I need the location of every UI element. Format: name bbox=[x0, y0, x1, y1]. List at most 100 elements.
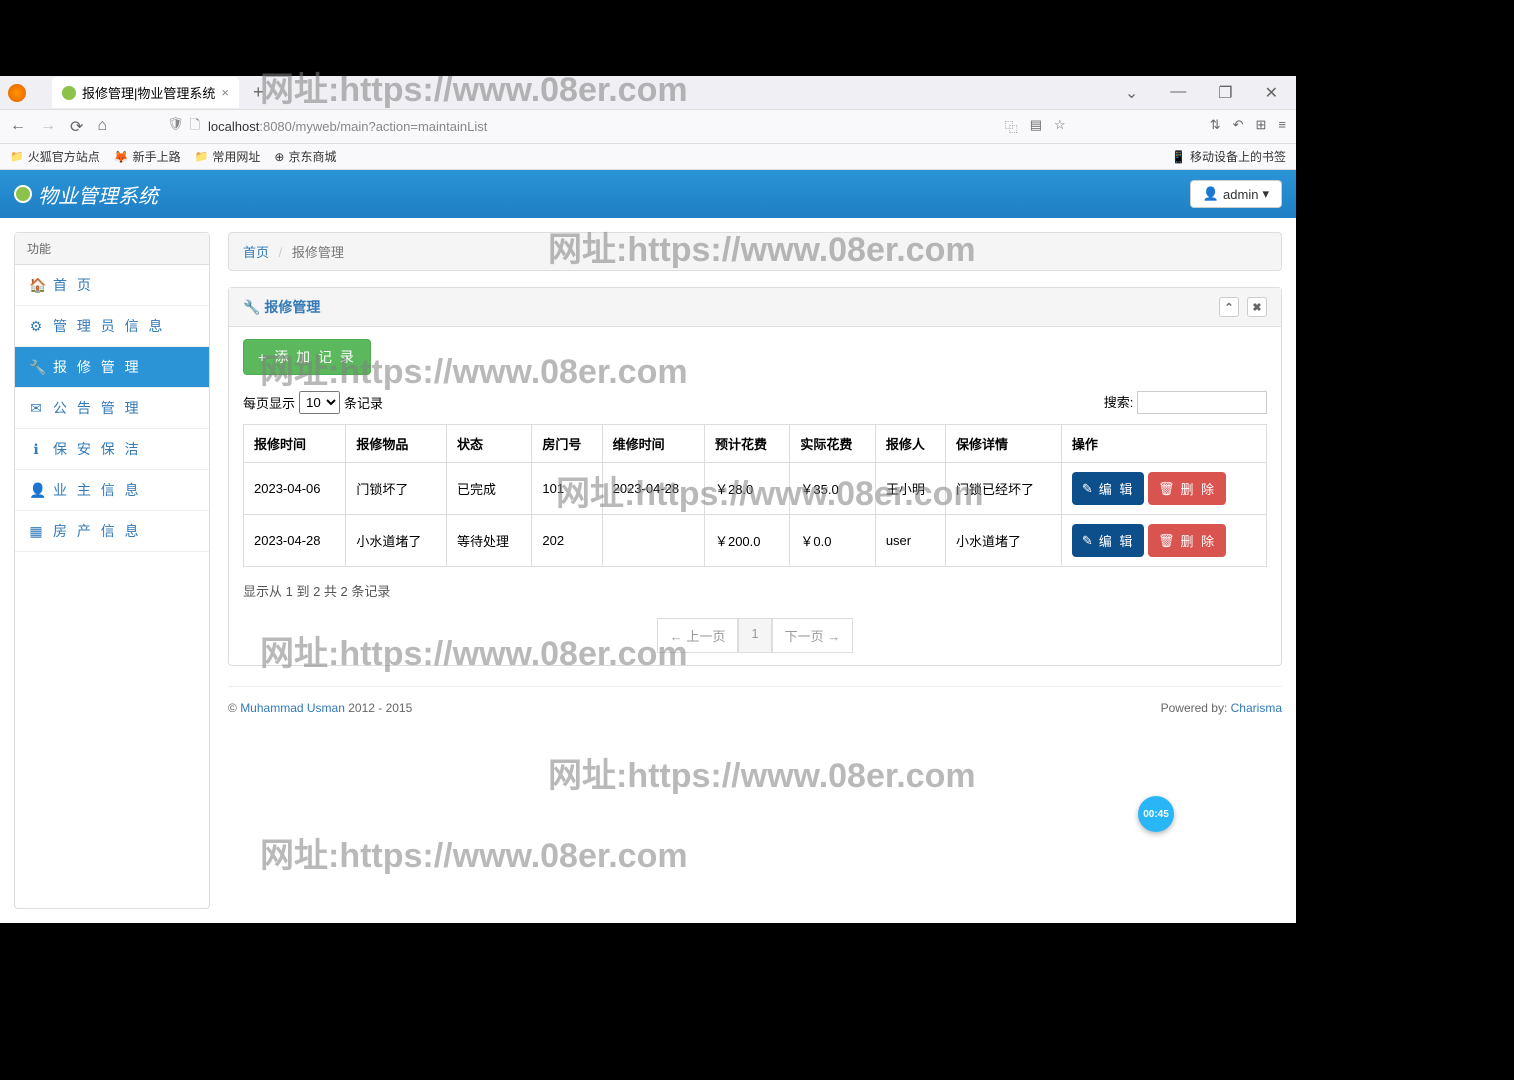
table-cell: ￥0.0 bbox=[790, 515, 875, 567]
sidebar-label: 房 产 信 息 bbox=[53, 521, 142, 541]
column-header[interactable]: 预计花费 bbox=[704, 425, 789, 463]
column-header[interactable]: 报修时间 bbox=[244, 425, 346, 463]
footer: © Muhammad Usman 2012 - 2015 Powered by:… bbox=[228, 686, 1282, 729]
column-header[interactable]: 维修时间 bbox=[602, 425, 704, 463]
sidebar-item[interactable]: 👤业 主 信 息 bbox=[15, 470, 209, 511]
page-number[interactable]: 1 bbox=[738, 618, 771, 653]
edit-button[interactable]: ✎编 辑 bbox=[1072, 472, 1145, 505]
column-header[interactable]: 报修人 bbox=[875, 425, 945, 463]
firefox-icon bbox=[8, 84, 26, 102]
mobile-bookmarks[interactable]: 📱移动设备上的书签 bbox=[1171, 148, 1286, 165]
browser-tab[interactable]: 报修管理|物业管理系统 × bbox=[52, 77, 239, 108]
app-header: 物业管理系统 👤 admin ▾ bbox=[0, 170, 1296, 218]
table-cell: 门锁坏了 bbox=[346, 463, 447, 515]
sidebar-label: 首 页 bbox=[53, 275, 94, 295]
url-host: localhost bbox=[208, 119, 259, 134]
table-cell: 202 bbox=[532, 515, 602, 567]
sidebar-label: 保 安 保 洁 bbox=[53, 439, 142, 459]
next-page-button[interactable]: 下一页 → bbox=[772, 618, 854, 653]
panel-title: 报修管理 bbox=[264, 297, 320, 317]
column-header[interactable]: 实际花费 bbox=[790, 425, 875, 463]
star-icon[interactable]: ☆ bbox=[1054, 117, 1066, 136]
table-cell: 101 bbox=[532, 463, 602, 515]
tab-close-icon[interactable]: × bbox=[221, 85, 229, 100]
column-header[interactable]: 保修详情 bbox=[946, 425, 1062, 463]
per-page-select[interactable]: 10 bbox=[299, 391, 340, 414]
maximize-icon[interactable]: ❐ bbox=[1208, 77, 1242, 109]
wrench-icon: 🔧 bbox=[243, 299, 260, 316]
breadcrumb: 首页 / 报修管理 bbox=[228, 232, 1282, 271]
close-window-icon[interactable]: ✕ bbox=[1255, 77, 1288, 109]
sidebar-item[interactable]: 🏠首 页 bbox=[15, 265, 209, 306]
bookmark-item[interactable]: 火狐官方站点 bbox=[10, 148, 100, 165]
search-input[interactable] bbox=[1137, 391, 1267, 414]
url-input[interactable]: 🛡 🗋 localhost:8080/myweb/main?action=mai… bbox=[157, 112, 875, 142]
extension-icon[interactable]: ⇅ bbox=[1210, 117, 1221, 136]
column-header[interactable]: 操作 bbox=[1061, 425, 1266, 463]
menu-icon[interactable]: ≡ bbox=[1278, 117, 1286, 136]
new-tab-button[interactable]: + bbox=[253, 82, 264, 103]
author-link[interactable]: Muhammad Usman bbox=[240, 701, 345, 715]
per-page-label: 每页显示 bbox=[243, 393, 295, 412]
bookmark-item[interactable]: ⊕ 京东商城 bbox=[274, 148, 336, 165]
table-cell: 已完成 bbox=[446, 463, 531, 515]
bookmark-item[interactable]: 常用网址 bbox=[195, 148, 261, 165]
back-icon[interactable]: ← bbox=[10, 117, 26, 137]
table-cell: 王小明 bbox=[875, 463, 945, 515]
table-cell: 小水道堵了 bbox=[946, 515, 1062, 567]
undo-icon[interactable]: ↶ bbox=[1233, 117, 1244, 136]
close-panel-icon[interactable]: ✖ bbox=[1247, 297, 1267, 317]
reload-icon[interactable]: ⟳ bbox=[70, 117, 83, 137]
table-cell: user bbox=[875, 515, 945, 567]
column-header[interactable]: 报修物品 bbox=[346, 425, 447, 463]
user-menu-button[interactable]: 👤 admin ▾ bbox=[1190, 180, 1282, 208]
delete-button[interactable]: 🗑删 除 bbox=[1148, 472, 1226, 505]
prev-page-button[interactable]: ← 上一页 bbox=[657, 618, 739, 653]
minimize-icon[interactable]: — bbox=[1160, 77, 1196, 109]
bookmark-item[interactable]: 🦊 新手上路 bbox=[114, 148, 181, 165]
tab-title: 报修管理|物业管理系统 bbox=[82, 83, 215, 102]
sidebar-label: 公 告 管 理 bbox=[53, 398, 142, 418]
reader-icon[interactable]: ▤ bbox=[1030, 117, 1042, 136]
pagination: ← 上一页 1 下一页 → bbox=[243, 618, 1267, 653]
table-cell: ￥35.0 bbox=[790, 463, 875, 515]
search-label: 搜索: bbox=[1104, 395, 1134, 410]
breadcrumb-current: 报修管理 bbox=[292, 245, 344, 260]
sidebar-icon: ⚙ bbox=[29, 318, 43, 335]
sidebar-label: 管 理 员 信 息 bbox=[53, 316, 166, 336]
sidebar-icon: ▦ bbox=[29, 523, 43, 540]
table-cell: 2023-04-28 bbox=[244, 515, 346, 567]
forward-icon[interactable]: → bbox=[40, 117, 56, 137]
panel: 🔧 报修管理 ⌃ ✖ + 添 加 记 录 每页显示 bbox=[228, 287, 1282, 666]
home-icon[interactable]: ⌂ bbox=[97, 117, 107, 137]
url-path: :8080/myweb/main?action=maintainList bbox=[259, 119, 487, 134]
page-icon: 🗋 bbox=[190, 116, 200, 138]
sidebar-item[interactable]: ▦ 房 产 信 息 bbox=[15, 511, 209, 552]
sidebar-item[interactable]: 🔧报 修 管 理 bbox=[15, 347, 209, 388]
sidebar-item[interactable]: ✉公 告 管 理 bbox=[15, 388, 209, 429]
column-header[interactable]: 状态 bbox=[446, 425, 531, 463]
edit-button[interactable]: ✎编 辑 bbox=[1072, 524, 1145, 557]
trash-icon: 🗑 bbox=[1158, 533, 1177, 549]
collapse-icon[interactable]: ⌃ bbox=[1219, 297, 1239, 317]
sidebar-label: 报 修 管 理 bbox=[53, 357, 142, 377]
column-header[interactable]: 房门号 bbox=[532, 425, 602, 463]
per-page-suffix: 条记录 bbox=[344, 393, 383, 412]
table-cell: 等待处理 bbox=[446, 515, 531, 567]
pocket-icon[interactable]: ⊞ bbox=[1256, 117, 1267, 136]
delete-button[interactable]: 🗑删 除 bbox=[1148, 524, 1226, 557]
breadcrumb-home[interactable]: 首页 bbox=[243, 245, 269, 260]
sidebar-item[interactable]: ℹ保 安 保 洁 bbox=[15, 429, 209, 470]
plus-icon: + bbox=[258, 349, 268, 365]
logo-icon bbox=[14, 185, 32, 203]
browser-window: 报修管理|物业管理系统 × + ⌄ — ❐ ✕ ← → ⟳ ⌂ 🛡 🗋 loca… bbox=[0, 76, 1296, 923]
add-record-button[interactable]: + 添 加 记 录 bbox=[243, 339, 371, 375]
action-cell: ✎编 辑 🗑删 除 bbox=[1061, 515, 1266, 567]
qr-icon[interactable]: ⿻ bbox=[1005, 117, 1018, 136]
sidebar-title: 功能 bbox=[15, 233, 209, 265]
caret-down-icon: ▾ bbox=[1262, 186, 1269, 202]
dropdown-icon[interactable]: ⌄ bbox=[1115, 77, 1148, 109]
sidebar-item[interactable]: ⚙ 管 理 员 信 息 bbox=[15, 306, 209, 347]
timer-badge: 00:45 bbox=[1138, 796, 1174, 832]
charisma-link[interactable]: Charisma bbox=[1231, 701, 1282, 715]
